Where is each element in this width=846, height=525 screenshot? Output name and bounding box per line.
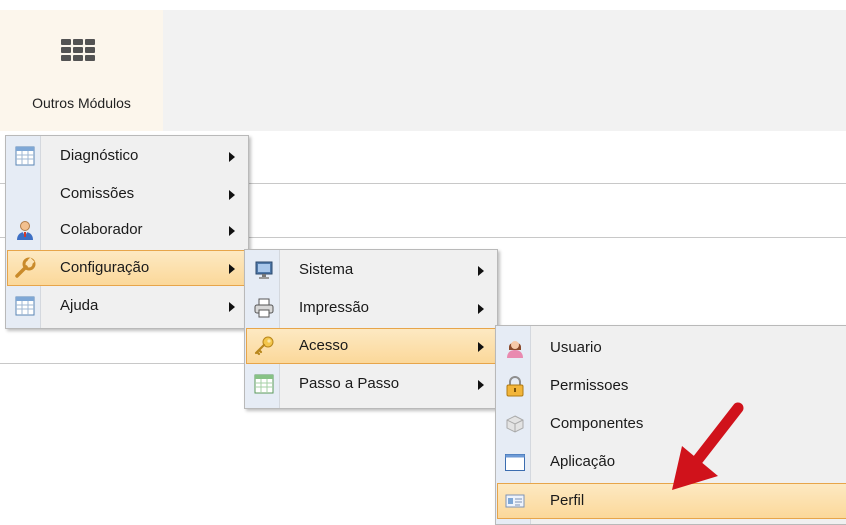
menu-item-label: Perfil xyxy=(550,492,585,509)
menu-item-label: Aplicação xyxy=(550,453,616,470)
printer-icon xyxy=(253,297,275,319)
menu-item-configuracao[interactable]: Configuração xyxy=(7,250,247,286)
menu-item-label: Permissoes xyxy=(550,377,629,394)
menu-item-label: Diagnóstico xyxy=(60,147,139,164)
red-arrow-annotation xyxy=(672,402,744,490)
main-menu: Diagnóstico Comissões Colaborador Config… xyxy=(5,135,249,329)
submenu-arrow-icon xyxy=(478,304,484,314)
outros-modulos-button[interactable]: Outros Módulos xyxy=(0,10,163,131)
menu-item-label: Passo a Passo xyxy=(299,375,400,392)
table-icon xyxy=(14,295,36,317)
menu-item-acesso[interactable]: Acesso xyxy=(246,328,496,364)
menu-item-colaborador[interactable]: Colaborador xyxy=(7,212,247,248)
menu-item-label: Impressão xyxy=(299,299,370,316)
configuracao-submenu: Sistema Impressão Acesso Passo a Passo xyxy=(244,249,498,409)
top-margin xyxy=(0,0,846,10)
user-female-icon xyxy=(504,337,526,359)
menu-item-label: Ajuda xyxy=(60,297,99,314)
menu-item-label: Comissões xyxy=(60,185,135,202)
user-icon xyxy=(14,219,36,241)
menu-item-label: Sistema xyxy=(299,261,354,278)
component-icon xyxy=(504,413,526,435)
menu-item-diagnostico[interactable]: Diagnóstico xyxy=(7,138,247,174)
table-icon xyxy=(14,145,36,167)
submenu-arrow-icon xyxy=(229,302,235,312)
menu-item-usuario[interactable]: Usuario xyxy=(497,330,846,366)
submenu-arrow-icon xyxy=(478,266,484,276)
submenu-arrow-icon xyxy=(229,152,235,162)
menu-item-label: Acesso xyxy=(299,337,349,354)
submenu-arrow-icon xyxy=(229,264,235,274)
menu-item-label: Usuario xyxy=(550,339,602,356)
apps-grid-icon xyxy=(61,39,95,63)
menu-item-passo-a-passo[interactable]: Passo a Passo xyxy=(246,366,496,402)
monitor-icon xyxy=(253,259,275,281)
lock-icon xyxy=(504,375,526,397)
wrench-icon xyxy=(14,257,36,279)
menu-item-comissoes[interactable]: Comissões xyxy=(7,176,247,212)
submenu-arrow-icon xyxy=(229,190,235,200)
submenu-arrow-icon xyxy=(478,380,484,390)
submenu-arrow-icon xyxy=(229,226,235,236)
key-icon xyxy=(253,335,275,357)
menu-item-impressao[interactable]: Impressão xyxy=(246,290,496,326)
menu-item-label: Componentes xyxy=(550,415,644,432)
menu-item-sistema[interactable]: Sistema xyxy=(246,252,496,288)
menu-item-label: Colaborador xyxy=(60,221,143,238)
menu-item-permissoes[interactable]: Permissoes xyxy=(497,368,846,404)
menu-item-ajuda[interactable]: Ajuda xyxy=(7,288,247,324)
window-icon xyxy=(504,451,526,473)
submenu-arrow-icon xyxy=(478,342,484,352)
table-icon xyxy=(253,373,275,395)
outros-modulos-label: Outros Módulos xyxy=(32,95,131,111)
menu-item-label: Configuração xyxy=(60,259,150,276)
id-card-icon xyxy=(504,490,526,512)
